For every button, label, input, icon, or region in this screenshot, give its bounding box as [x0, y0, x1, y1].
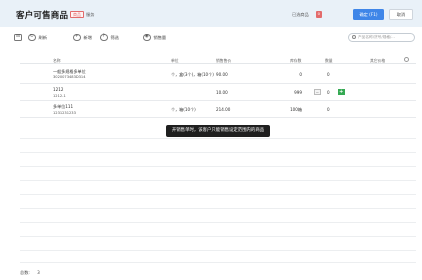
column-other-price[interactable]: 其它价格: [370, 58, 385, 64]
row-name: 多单位111: [53, 104, 74, 109]
selected-count-badge: 0: [316, 11, 322, 18]
row-quantity[interactable]: 0: [327, 72, 330, 77]
header-bar: 客户可售商品 商品 服务 已选商品 0 确定 (F1) 取消: [0, 0, 422, 27]
empty-row-divider: [20, 166, 416, 167]
refresh-button[interactable]: ↻ 刷新: [28, 33, 47, 42]
category-tag-label[interactable]: 服务: [86, 12, 94, 18]
row-quantity[interactable]: 0: [327, 107, 330, 112]
column-name[interactable]: 名称: [53, 58, 61, 64]
table-row[interactable]: 1212 1212-1 10.00 999 − 0 +: [20, 84, 416, 101]
empty-row-divider: [20, 236, 416, 237]
gear-icon[interactable]: [404, 56, 409, 62]
confirm-button[interactable]: 确定 (F1): [353, 9, 384, 20]
collapse-button[interactable]: ⊟: [14, 33, 25, 42]
tooltip: 开销售单时，该客户只能销售设定范围内的商品: [166, 125, 270, 137]
toolbar: ⊟ ↻ 刷新 + 新增 ? 筛选 ◉ 销售量 产品名称/货号/规格/...: [0, 27, 422, 49]
total-value: 3: [37, 270, 40, 275]
selected-goods-label: 已选商品: [292, 11, 309, 17]
refresh-label: 刷新: [38, 34, 47, 40]
cancel-button[interactable]: 取消: [389, 9, 413, 20]
quantity-minus-button[interactable]: −: [314, 88, 321, 95]
quantity-plus-button[interactable]: +: [338, 88, 345, 95]
column-unit[interactable]: 单位: [171, 58, 179, 64]
search-placeholder: 产品名称/货号/规格/...: [358, 34, 395, 39]
table-row[interactable]: 多单位111 1231231233 个，箱(10个) 214.00 100箱 0: [20, 101, 416, 118]
search-input[interactable]: 产品名称/货号/规格/...: [348, 33, 415, 42]
row-code: 1212-1: [53, 93, 66, 98]
eye-icon: ◉: [143, 33, 151, 42]
refresh-icon: ↻: [28, 33, 36, 42]
search-icon: [352, 35, 356, 40]
row-stock: 100箱: [290, 106, 302, 112]
row-price: 214.00: [216, 106, 231, 112]
row-unit: 个，箱(10个): [171, 106, 196, 112]
row-stock: 0: [299, 71, 302, 77]
empty-row-divider: [20, 152, 416, 153]
empty-row-divider: [20, 180, 416, 181]
row-code: 1231231233: [53, 110, 76, 115]
column-price[interactable]: 销售售价: [216, 58, 231, 64]
row-stock: 999: [294, 89, 302, 95]
empty-row-divider: [20, 222, 416, 223]
row-price: 10.00: [216, 89, 228, 95]
sales-volume-label: 销售量: [153, 34, 167, 40]
column-stock[interactable]: 库存数: [290, 58, 301, 64]
filter-icon: ?: [100, 33, 108, 42]
row-unit: 个，盒(3个)，箱(10个): [171, 71, 214, 77]
table-header: 名称 单位 销售售价 库存数 数量 其它价格: [20, 55, 416, 64]
table-row[interactable]: 一般多规格多单位 3020073483D314 个，盒(3个)，箱(10个) 9…: [20, 64, 416, 84]
empty-row-divider: [20, 208, 416, 209]
page-title: 客户可售商品: [16, 11, 69, 21]
empty-row-divider: [20, 194, 416, 195]
table-footer: 总数: 3: [20, 270, 40, 276]
row-name: 1212: [53, 87, 64, 92]
row-quantity[interactable]: 0: [327, 90, 330, 95]
empty-row-divider: [20, 250, 416, 251]
add-button[interactable]: + 新增: [73, 33, 92, 42]
row-name: 一般多规格多单位: [53, 68, 86, 74]
row-price: 90.00: [216, 71, 228, 77]
row-code: 3020073483D314: [53, 75, 86, 79]
sales-volume-button[interactable]: ◉ 销售量: [143, 33, 166, 42]
filter-label: 筛选: [110, 34, 119, 40]
add-icon: +: [73, 33, 81, 42]
empty-row-divider: [20, 262, 416, 263]
filter-button[interactable]: ? 筛选: [100, 33, 119, 42]
category-tag[interactable]: 商品: [70, 11, 84, 18]
empty-row-divider: [20, 138, 416, 139]
column-quantity[interactable]: 数量: [325, 58, 333, 64]
add-label: 新增: [83, 34, 92, 40]
total-label: 总数:: [20, 270, 30, 275]
collapse-icon: ⊟: [14, 34, 22, 41]
